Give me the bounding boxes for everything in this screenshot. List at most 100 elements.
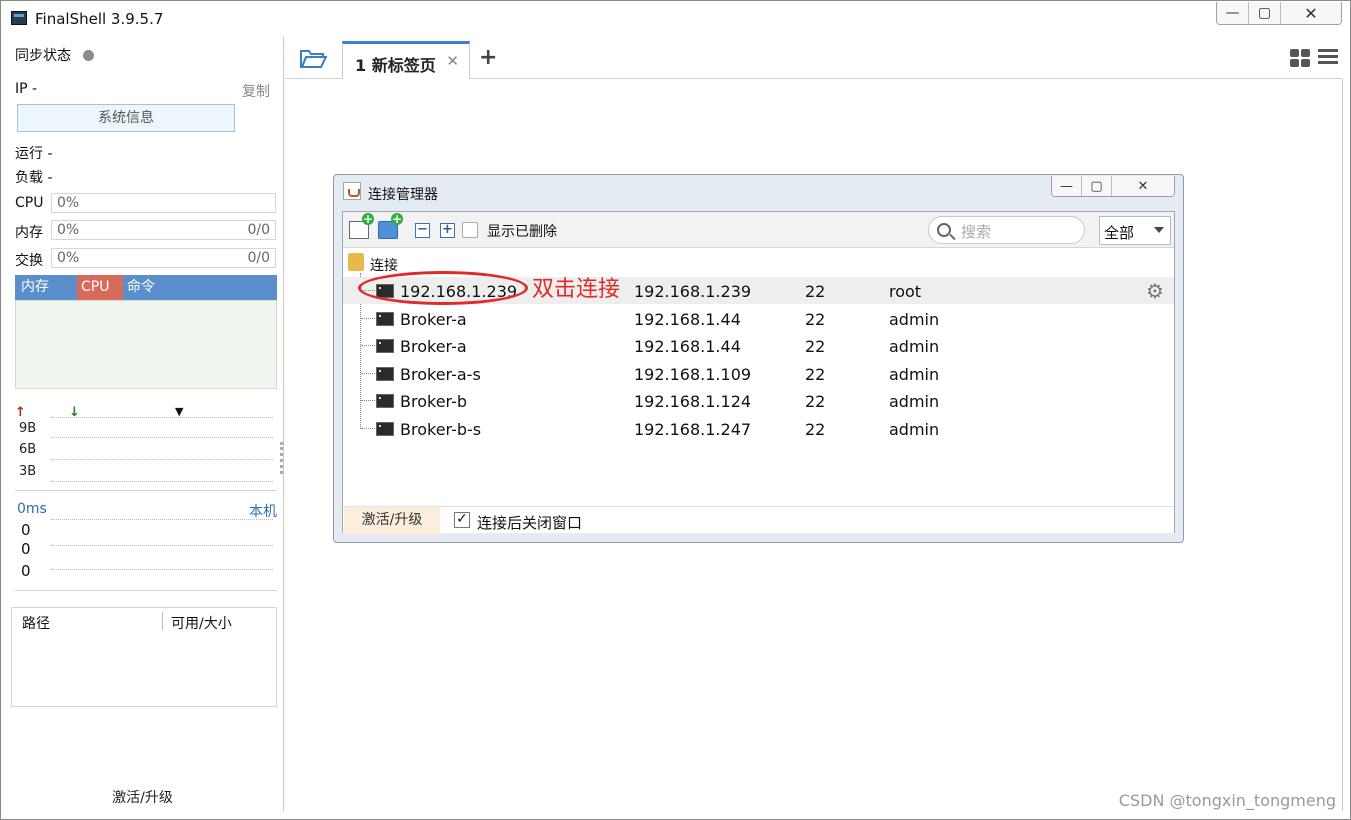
terminal-icon: [376, 422, 394, 436]
terminal-icon: [376, 394, 394, 408]
net-y-label: 6B: [19, 442, 37, 457]
expand-all-icon[interactable]: +: [440, 223, 455, 238]
connection-row[interactable]: Broker-b-s 192.168.1.247 22 admin: [343, 415, 1174, 442]
memory-meter: 0% 0/0: [51, 220, 276, 240]
disk-col-size[interactable]: 可用/大小: [171, 613, 232, 633]
tree-root-label[interactable]: 连接: [370, 255, 398, 275]
connection-user: admin: [889, 420, 940, 439]
copy-ip-link[interactable]: 复制: [242, 81, 270, 101]
close-after-connect-checkbox[interactable]: ✓: [454, 512, 470, 528]
tab-cpu[interactable]: CPU: [77, 275, 123, 300]
annotation-text: 双击连接: [532, 277, 621, 302]
grid-line: [51, 569, 273, 570]
connection-host: 192.168.1.109: [634, 365, 752, 384]
tab-new-tab[interactable]: 1 新标签页 ✕: [342, 41, 470, 79]
dialog-maximize-button[interactable]: ▢: [1082, 176, 1112, 196]
disk-col-path[interactable]: 路径: [22, 613, 50, 633]
connection-name: Broker-b: [400, 392, 468, 411]
tab-memory[interactable]: 内存: [17, 275, 53, 300]
activate-upgrade-link[interactable]: 激活/升级: [1, 787, 284, 807]
ping-target-link[interactable]: 本机: [249, 501, 277, 521]
connection-row[interactable]: Broker-a-s 192.168.1.109 22 admin: [343, 360, 1174, 387]
sync-status-label: 同步状态: [15, 48, 71, 64]
left-status-panel: 同步状态 IP - 复制 系统信息 运行 - 负载 - CPU 0% 内存 0%…: [1, 37, 284, 811]
gear-icon[interactable]: ⚙: [1146, 279, 1164, 303]
cpu-label: CPU: [15, 195, 44, 211]
title-bar: FinalShell 3.9.5.7 — ▢ ✕: [1, 1, 1350, 37]
dialog-footer: 激活/升级 ✓ 连接后关闭窗口: [343, 506, 1174, 534]
connection-row[interactable]: Broker-b 192.168.1.124 22 admin: [343, 387, 1174, 414]
grid-line: [51, 481, 273, 482]
dialog-minimize-button[interactable]: —: [1052, 176, 1082, 196]
add-tab-button[interactable]: +: [479, 45, 497, 70]
new-folder-icon[interactable]: [378, 213, 403, 239]
maximize-button[interactable]: ▢: [1249, 2, 1281, 24]
connection-manager-dialog: 连接管理器 — ▢ ✕ − + 显示已删除 搜索 全部: [333, 174, 1184, 543]
swap-meter: 0% 0/0: [51, 248, 276, 268]
connection-host: 192.168.1.124: [634, 392, 752, 411]
finalshell-app-icon: [11, 11, 27, 25]
tab-close-icon[interactable]: ✕: [446, 52, 459, 70]
process-tabs: 内存 CPU 命令: [15, 275, 277, 300]
filter-value: 全部: [1104, 224, 1135, 242]
show-deleted-label: 显示已删除: [487, 224, 557, 240]
search-icon: [937, 223, 951, 237]
search-input[interactable]: 搜索: [928, 216, 1085, 244]
swap-value: 0%: [57, 250, 80, 266]
connection-row[interactable]: Broker-a 192.168.1.44 22 admin: [343, 332, 1174, 359]
window-title: FinalShell 3.9.5.7: [35, 10, 164, 28]
close-button[interactable]: ✕: [1281, 2, 1341, 24]
ip-label: IP -: [15, 81, 38, 97]
disk-table: 路径 可用/大小: [11, 607, 277, 707]
connection-port: 22: [805, 282, 826, 301]
chevron-down-icon: [1154, 227, 1164, 233]
collapse-all-icon[interactable]: −: [415, 223, 430, 238]
tab-command[interactable]: 命令: [123, 275, 159, 300]
net-y-label: 3B: [19, 464, 37, 479]
filter-select[interactable]: 全部: [1099, 216, 1171, 245]
search-placeholder: 搜索: [961, 223, 992, 241]
connection-user: admin: [889, 365, 940, 384]
sync-status: 同步状态: [15, 45, 94, 65]
connection-user: admin: [889, 337, 940, 356]
upload-arrow-icon: ↑: [15, 405, 26, 420]
folder-icon: [348, 253, 364, 271]
open-folder-icon[interactable]: [299, 47, 327, 69]
connection-host: 192.168.1.44: [634, 337, 741, 356]
connection-row[interactable]: Broker-a 192.168.1.44 22 admin: [343, 305, 1174, 332]
load-label: 负载 -: [15, 170, 53, 186]
dialog-close-button[interactable]: ✕: [1112, 176, 1174, 196]
tree-branch: [361, 373, 375, 374]
grid-line: [51, 519, 273, 520]
ping-latency: 0ms: [17, 501, 47, 517]
connection-port: 22: [805, 392, 826, 411]
cpu-meter: 0%: [51, 193, 276, 213]
connection-user: admin: [889, 392, 940, 411]
grid-line: [51, 545, 273, 546]
grid-line: [51, 459, 273, 460]
menu-icon[interactable]: [1318, 49, 1338, 65]
connection-host: 192.168.1.239: [634, 282, 752, 301]
connection-port: 22: [805, 337, 826, 356]
dialog-title-bar: 连接管理器 — ▢ ✕: [334, 175, 1183, 209]
layout-grid-icon[interactable]: [1290, 49, 1310, 67]
show-deleted-checkbox[interactable]: [462, 222, 478, 238]
new-connection-icon[interactable]: [349, 213, 374, 239]
activate-upgrade-button[interactable]: 激活/升级: [344, 507, 440, 534]
memory-ratio: 0/0: [247, 222, 270, 238]
ping-value: 0: [21, 562, 31, 580]
session-tab-bar: 1 新标签页 ✕ +: [285, 37, 1342, 79]
dialog-window-controls: — ▢ ✕: [1051, 176, 1175, 197]
terminal-icon: [376, 367, 394, 381]
connection-name: Broker-a: [400, 310, 467, 329]
connection-host: 192.168.1.247: [634, 420, 752, 439]
network-graph: ↑ ↓ ▼ 9B 6B 3B: [15, 403, 277, 491]
connection-port: 22: [805, 420, 826, 439]
swap-ratio: 0/0: [247, 250, 270, 266]
grid-line: [51, 437, 273, 438]
system-info-button[interactable]: 系统信息: [17, 104, 235, 132]
watermark: CSDN @tongxin_tongmeng: [1118, 791, 1336, 810]
tree-branch: [361, 318, 375, 319]
minimize-button[interactable]: —: [1217, 2, 1249, 24]
resize-handle[interactable]: [280, 442, 283, 474]
